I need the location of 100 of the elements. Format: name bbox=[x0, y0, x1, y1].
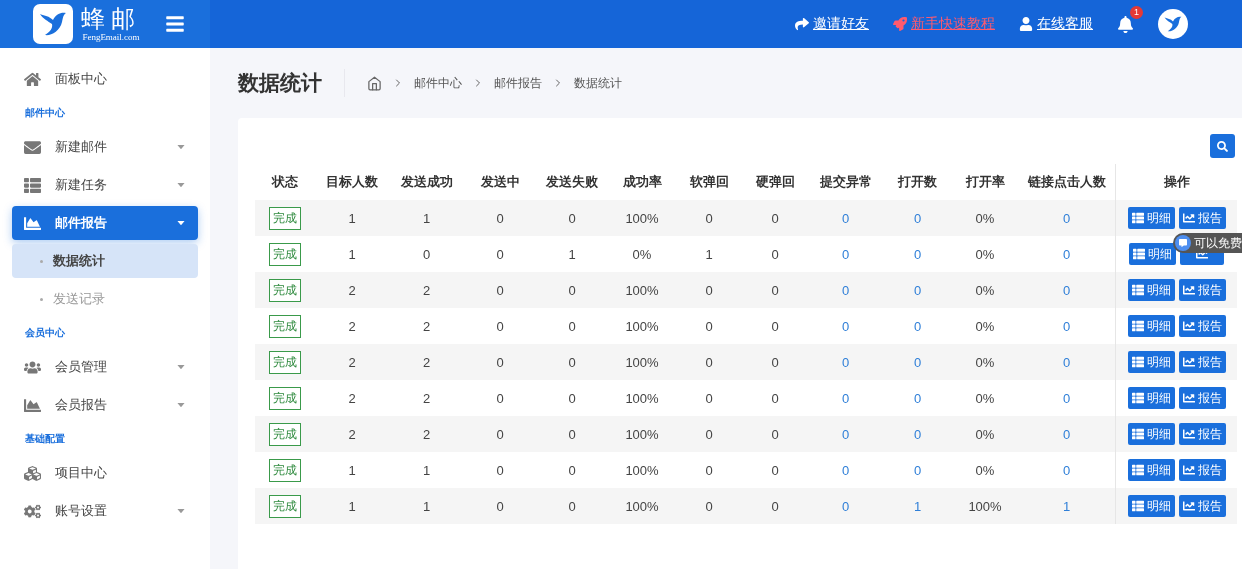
status-tag: 完成 bbox=[269, 350, 301, 374]
sidebar-subitem[interactable]: 数据统计 bbox=[12, 244, 198, 278]
report-button[interactable]: 报告 bbox=[1178, 279, 1226, 301]
sidebar-item[interactable]: 项目中心 bbox=[12, 456, 198, 490]
table-link[interactable]: 0 bbox=[1062, 390, 1071, 406]
table-link[interactable]: 1 bbox=[913, 498, 922, 514]
table-link[interactable]: 0 bbox=[913, 390, 922, 406]
table-cell: 1 bbox=[348, 246, 356, 262]
breadcrumb-item[interactable]: 数据统计 bbox=[574, 74, 622, 92]
header-link[interactable]: 在线客服 bbox=[1019, 15, 1093, 33]
table-cell: 0 bbox=[705, 426, 713, 442]
table-cell: 0 bbox=[771, 354, 779, 370]
sidebar-item[interactable]: 面板中心 bbox=[12, 62, 198, 96]
column-header: 状态 bbox=[270, 173, 299, 191]
line-chart-icon bbox=[1182, 356, 1195, 368]
report-button[interactable]: 报告 bbox=[1178, 351, 1226, 373]
list-icon bbox=[1131, 500, 1144, 512]
report-button[interactable]: 报告 bbox=[1178, 459, 1226, 481]
table-cell: 0 bbox=[496, 462, 504, 478]
table-cell: 100% bbox=[625, 210, 659, 226]
table-link[interactable]: 0 bbox=[913, 318, 922, 334]
menu-button[interactable] bbox=[165, 14, 185, 34]
table-link[interactable]: 0 bbox=[841, 246, 850, 262]
detail-button[interactable]: 明细 bbox=[1127, 495, 1175, 517]
table-cell: 0 bbox=[705, 210, 713, 226]
status-tag: 完成 bbox=[269, 314, 301, 338]
table-link[interactable]: 0 bbox=[1062, 282, 1071, 298]
table-cell: 2 bbox=[422, 390, 431, 406]
table-link[interactable]: 1 bbox=[1062, 498, 1071, 514]
header-link[interactable]: 邀请好友 bbox=[795, 15, 869, 33]
table-link[interactable]: 0 bbox=[841, 390, 850, 406]
sidebar-item[interactable]: 账号设置 bbox=[12, 494, 198, 528]
detail-button[interactable]: 明细 bbox=[1127, 207, 1175, 229]
detail-button[interactable]: 明细 bbox=[1127, 387, 1175, 409]
table-link[interactable]: 0 bbox=[841, 318, 850, 334]
table-link[interactable]: 0 bbox=[913, 426, 922, 442]
table-link[interactable]: 0 bbox=[841, 354, 850, 370]
breadcrumb-item[interactable]: 邮件报告 bbox=[494, 74, 542, 92]
table-link[interactable]: 0 bbox=[1062, 318, 1071, 334]
table-cell: 0 bbox=[568, 462, 576, 478]
table-link[interactable]: 0 bbox=[1062, 462, 1071, 478]
report-button[interactable]: 报告 bbox=[1178, 423, 1226, 445]
home-icon[interactable] bbox=[367, 75, 382, 91]
avatar[interactable] bbox=[1158, 9, 1188, 39]
list-icon bbox=[1131, 320, 1144, 332]
table-link[interactable]: 0 bbox=[1062, 426, 1071, 442]
table-link[interactable]: 0 bbox=[913, 246, 922, 262]
detail-button[interactable]: 明细 bbox=[1127, 459, 1175, 481]
sidebar-item[interactable]: 新建任务 bbox=[12, 168, 198, 202]
detail-button[interactable]: 明细 bbox=[1127, 351, 1175, 373]
page-title: 数据统计 bbox=[238, 69, 345, 97]
home-icon bbox=[24, 70, 41, 88]
table-cell: 1 bbox=[348, 210, 356, 226]
cubes-icon bbox=[24, 464, 41, 482]
table-cell: 0% bbox=[975, 246, 995, 262]
table-link[interactable]: 0 bbox=[1062, 354, 1071, 370]
table-link[interactable]: 0 bbox=[841, 462, 850, 478]
search-button[interactable] bbox=[1210, 134, 1235, 158]
sidebar-item[interactable]: 会员报告 bbox=[12, 388, 198, 422]
table-link[interactable]: 0 bbox=[913, 354, 922, 370]
table-link[interactable]: 0 bbox=[1062, 246, 1071, 262]
table-link[interactable]: 0 bbox=[841, 282, 850, 298]
detail-button[interactable]: 明细 bbox=[1127, 423, 1175, 445]
share-arrow-icon bbox=[795, 17, 809, 31]
chat-tooltip[interactable]: 可以免费 bbox=[1173, 233, 1242, 253]
status-tag: 完成 bbox=[269, 206, 301, 230]
table-link[interactable]: 0 bbox=[841, 498, 850, 514]
search-icon bbox=[1217, 140, 1228, 152]
table-link[interactable]: 0 bbox=[841, 210, 850, 226]
report-button[interactable]: 报告 bbox=[1178, 207, 1226, 229]
detail-button[interactable]: 明细 bbox=[1129, 243, 1176, 265]
report-button[interactable]: 报告 bbox=[1178, 387, 1226, 409]
table-cell: 0 bbox=[771, 390, 779, 406]
table-link[interactable]: 0 bbox=[913, 282, 922, 298]
status-tag: 完成 bbox=[269, 494, 301, 518]
sidebar-subitem[interactable]: 发送记录 bbox=[12, 282, 198, 316]
detail-button[interactable]: 明细 bbox=[1127, 315, 1175, 337]
table-cell: 1 bbox=[568, 246, 576, 262]
list-icon bbox=[1131, 428, 1144, 440]
table-link[interactable]: 0 bbox=[913, 462, 922, 478]
table-cell: 2 bbox=[348, 390, 356, 406]
table-link[interactable]: 0 bbox=[1062, 210, 1071, 226]
bell-icon[interactable] bbox=[1117, 15, 1134, 33]
table-link[interactable]: 0 bbox=[913, 210, 922, 226]
line-chart-icon bbox=[1182, 428, 1195, 440]
table-cell: 0 bbox=[568, 282, 576, 298]
list-icon bbox=[1131, 356, 1144, 368]
breadcrumb-item[interactable]: 邮件中心 bbox=[414, 74, 462, 92]
table-cell: 1 bbox=[422, 210, 431, 226]
report-button[interactable]: 报告 bbox=[1178, 315, 1226, 337]
column-header: 打开率 bbox=[964, 173, 1006, 191]
sidebar-item[interactable]: 会员管理 bbox=[12, 350, 198, 384]
table-cell: 2 bbox=[422, 318, 431, 334]
detail-button[interactable]: 明细 bbox=[1127, 279, 1175, 301]
user-icon bbox=[1019, 17, 1033, 31]
report-button[interactable]: 报告 bbox=[1178, 495, 1226, 517]
table-cell: 1 bbox=[348, 498, 356, 514]
sidebar-item[interactable]: 新建邮件 bbox=[12, 130, 198, 164]
sidebar-item[interactable]: 邮件报告 bbox=[12, 206, 198, 240]
table-link[interactable]: 0 bbox=[841, 426, 850, 442]
